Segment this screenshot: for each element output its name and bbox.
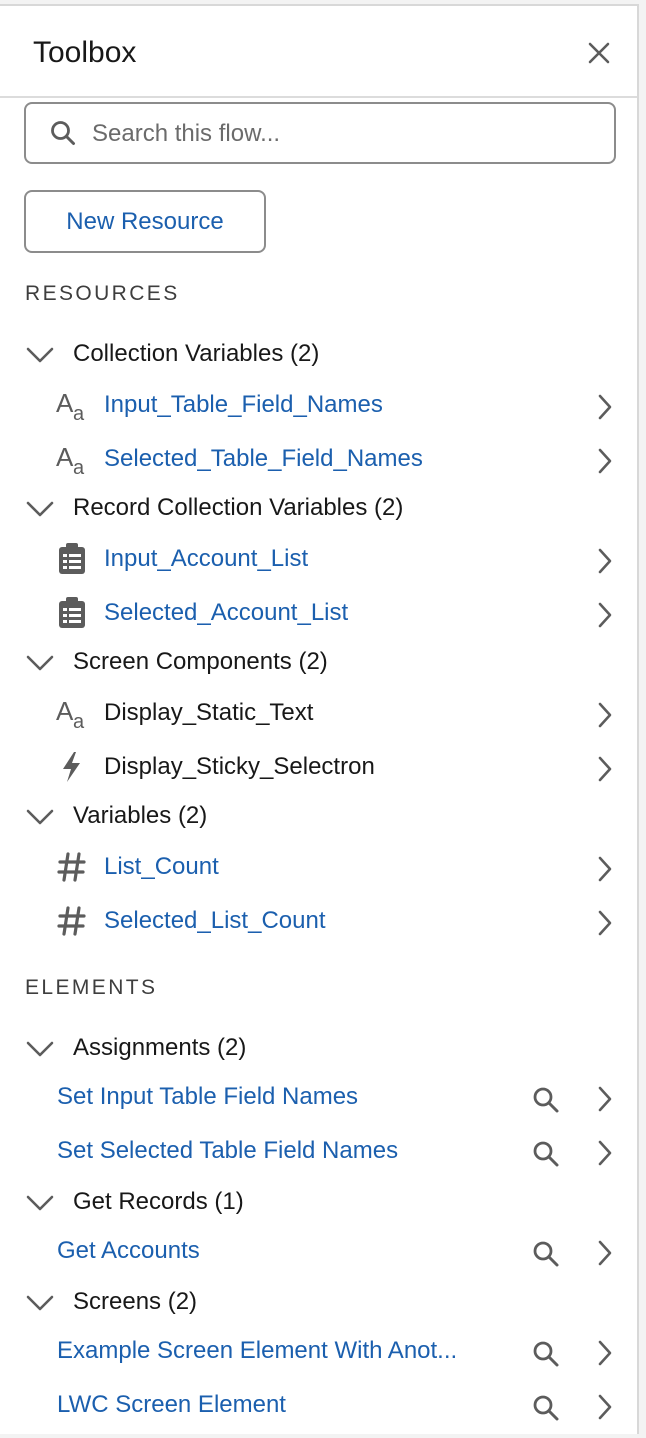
resource-item[interactable]: Selected_List_Count <box>0 896 637 946</box>
chevron-down-icon <box>26 347 54 363</box>
group-label: Screen Components (2) <box>73 648 328 675</box>
group-screens[interactable]: Screens (2) <box>0 1280 637 1324</box>
element-item[interactable]: Set Selected Table Field Names <box>0 1126 637 1176</box>
search-icon[interactable] <box>532 1240 560 1268</box>
number-icon <box>57 906 86 936</box>
element-item[interactable]: Set Input Table Field Names <box>0 1072 637 1122</box>
group-label: Assignments (2) <box>73 1034 247 1061</box>
resource-label: List_Count <box>104 853 219 880</box>
resource-label: Display_Static_Text <box>104 699 314 726</box>
chevron-right-icon[interactable] <box>597 1394 613 1420</box>
number-icon <box>57 852 86 882</box>
lightning-icon <box>63 752 80 782</box>
group-label: Record Collection Variables (2) <box>73 494 404 521</box>
element-label: LWC Screen Element <box>57 1391 286 1418</box>
text-icon: Aa <box>56 388 85 422</box>
chevron-down-icon <box>26 501 54 517</box>
svg-text:a: a <box>73 403 85 422</box>
resource-label: Selected_Table_Field_Names <box>104 445 423 472</box>
elements-heading: ELEMENTS <box>25 976 158 999</box>
group-label: Screens (2) <box>73 1288 198 1315</box>
search-box[interactable] <box>24 102 616 164</box>
resources-heading: RESOURCES <box>25 282 180 305</box>
chevron-right-icon[interactable] <box>597 602 613 628</box>
chevron-down-icon <box>26 655 54 671</box>
element-label: Set Input Table Field Names <box>57 1083 359 1110</box>
record-list-icon <box>59 597 85 628</box>
chevron-right-icon[interactable] <box>597 756 613 782</box>
resource-label: Input_Account_List <box>104 545 309 572</box>
search-input[interactable] <box>90 114 594 154</box>
resource-label: Selected_List_Count <box>104 907 326 934</box>
chevron-down-icon <box>26 809 54 825</box>
resource-label: Selected_Account_List <box>104 599 349 626</box>
element-item[interactable]: LWC Screen Element <box>0 1380 637 1430</box>
resource-item[interactable]: List_Count <box>0 842 637 892</box>
group-screen-components[interactable]: Screen Components (2) <box>0 640 637 684</box>
new-resource-button[interactable]: New Resource <box>24 190 266 253</box>
group-record-collection-variables[interactable]: Record Collection Variables (2) <box>0 486 637 530</box>
element-label: Set Selected Table Field Names <box>57 1137 399 1164</box>
element-label: Example Screen Element With Anot... <box>57 1337 458 1364</box>
search-icon[interactable] <box>532 1394 560 1422</box>
chevron-right-icon[interactable] <box>597 1240 613 1266</box>
group-variables[interactable]: Variables (2) <box>0 794 637 838</box>
resource-item[interactable]: Input_Account_List <box>0 534 637 584</box>
chevron-right-icon[interactable] <box>597 702 613 728</box>
svg-text:a: a <box>73 711 85 730</box>
resource-item[interactable]: Aa Selected_Table_Field_Names <box>0 434 637 484</box>
toolbox-panel: Toolbox New Resource RESOURCES Collectio… <box>0 4 639 1434</box>
svg-text:A: A <box>56 442 74 472</box>
chevron-right-icon[interactable] <box>597 1340 613 1366</box>
search-icon[interactable] <box>532 1340 560 1368</box>
chevron-right-icon[interactable] <box>597 448 613 474</box>
chevron-down-icon <box>26 1295 54 1311</box>
chevron-down-icon <box>26 1195 54 1211</box>
svg-text:A: A <box>56 696 74 726</box>
group-get-records[interactable]: Get Records (1) <box>0 1180 637 1224</box>
chevron-right-icon[interactable] <box>597 1086 613 1112</box>
chevron-right-icon[interactable] <box>597 910 613 936</box>
group-label: Collection Variables (2) <box>73 340 320 367</box>
chevron-right-icon[interactable] <box>597 394 613 420</box>
panel-title: Toolbox <box>33 36 137 69</box>
resource-item[interactable]: Aa Input_Table_Field_Names <box>0 380 637 430</box>
svg-text:a: a <box>73 457 85 476</box>
search-icon <box>51 121 75 145</box>
resource-label: Display_Sticky_Selectron <box>104 753 375 780</box>
group-collection-variables[interactable]: Collection Variables (2) <box>0 332 637 376</box>
element-item[interactable]: Get Accounts <box>0 1226 637 1276</box>
text-icon: Aa <box>56 442 85 476</box>
resource-item[interactable]: Display_Sticky_Selectron <box>0 742 637 792</box>
chevron-right-icon[interactable] <box>597 856 613 882</box>
group-label: Variables (2) <box>73 802 208 829</box>
record-list-icon <box>59 543 85 574</box>
group-label: Get Records (1) <box>73 1188 244 1215</box>
search-icon[interactable] <box>532 1086 560 1114</box>
chevron-right-icon[interactable] <box>597 1140 613 1166</box>
element-item[interactable]: Example Screen Element With Anot... <box>0 1326 637 1376</box>
group-assignments[interactable]: Assignments (2) <box>0 1026 637 1070</box>
toolbox-header: Toolbox <box>0 6 637 98</box>
resource-item[interactable]: Selected_Account_List <box>0 588 637 638</box>
svg-text:A: A <box>56 388 74 418</box>
close-icon[interactable] <box>586 40 612 66</box>
element-label: Get Accounts <box>57 1237 200 1264</box>
text-icon: Aa <box>56 696 85 730</box>
resource-label: Input_Table_Field_Names <box>104 391 383 418</box>
chevron-right-icon[interactable] <box>597 548 613 574</box>
resource-item[interactable]: Aa Display_Static_Text <box>0 688 637 738</box>
chevron-down-icon <box>26 1041 54 1057</box>
search-icon[interactable] <box>532 1140 560 1168</box>
